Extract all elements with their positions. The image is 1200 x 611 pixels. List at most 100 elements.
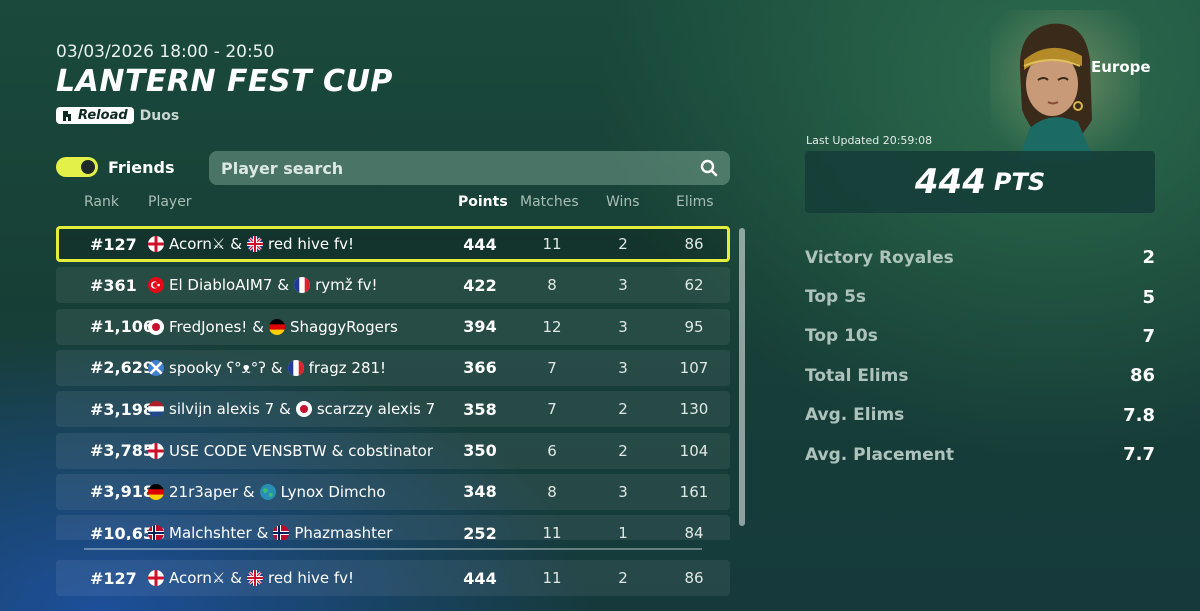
- team-separator: &: [242, 482, 255, 501]
- header-elims[interactable]: Elims: [676, 194, 714, 210]
- player-two-name[interactable]: cobstinator: [348, 442, 433, 460]
- player-two-name[interactable]: fragz 281!: [309, 359, 386, 377]
- friends-label: Friends: [108, 157, 175, 177]
- row-wins: 1: [618, 524, 628, 540]
- friends-toggle[interactable]: Friends: [56, 157, 175, 177]
- row-matches: 6: [547, 441, 557, 460]
- leaderboard-scrollbar[interactable]: [739, 228, 745, 526]
- row-rank: #1,106: [90, 317, 155, 337]
- leaderboard-row[interactable]: #1,106 FredJones! & ShaggyRogers 394 12 3 95: [56, 308, 730, 345]
- row-players: USE CODE VENSBTW & cobstinator: [148, 433, 433, 469]
- row-matches: 8: [547, 482, 557, 501]
- row-elims: 62: [684, 276, 704, 295]
- row-points: 358: [463, 399, 497, 419]
- row-wins: 3: [618, 317, 628, 336]
- england-flag-icon: [148, 570, 164, 586]
- row-rank: #127: [90, 568, 137, 588]
- row-elims: 161: [679, 482, 709, 501]
- reload-badge: Reload: [56, 107, 134, 124]
- row-rank: #3,198: [90, 399, 155, 419]
- player-two-name[interactable]: Lynox Dimcho: [281, 483, 386, 501]
- search-icon[interactable]: [700, 159, 718, 177]
- stat-label: Avg. Elims: [805, 405, 905, 426]
- team-separator: &: [331, 441, 344, 460]
- france-flag-icon: [294, 277, 311, 294]
- player-one-name[interactable]: Acorn⚔: [169, 569, 225, 587]
- stat-row: Avg. Elims 7.8: [805, 396, 1155, 435]
- stat-value: 7: [1142, 325, 1155, 347]
- row-players: FredJones! & ShaggyRogers: [148, 309, 398, 345]
- player-two-name[interactable]: scarzzy alexis 7: [317, 400, 435, 418]
- player-one-name[interactable]: FredJones!: [169, 318, 247, 336]
- row-points: 366: [463, 358, 497, 378]
- row-players: spooky ʕ°ᴥ°ʔ & fragz 281!: [148, 350, 386, 386]
- row-players: Malchshter & Phazmashter: [148, 515, 392, 540]
- stat-label: Top 10s: [805, 326, 878, 347]
- player-one-name[interactable]: USE CODE VENSBTW: [169, 442, 327, 460]
- player-two-name[interactable]: Phazmashter: [294, 524, 392, 540]
- leaderboard-row[interactable]: #127 Acorn⚔ & red hive fv! 444 11 2 86: [56, 226, 730, 262]
- player-search-input[interactable]: [221, 158, 700, 178]
- england-flag-icon: [148, 442, 164, 459]
- player-one-name[interactable]: 21r3aper: [169, 483, 238, 501]
- total-points-unit: PTS: [993, 168, 1046, 196]
- mode-badge-label: Reload: [78, 108, 128, 123]
- character-portrait: [990, 10, 1140, 160]
- england-flag-icon: [148, 236, 164, 252]
- row-matches: 7: [547, 400, 557, 419]
- leaderboard-row[interactable]: #2,629 spooky ʕ°ᴥ°ʔ & fragz 281! 366 7 3 107: [56, 349, 730, 386]
- header-points[interactable]: Points: [458, 194, 508, 210]
- row-elims: 95: [684, 317, 704, 336]
- stat-row: Avg. Placement 7.7: [805, 435, 1155, 474]
- row-elims: 104: [679, 441, 709, 460]
- leaderboard-row[interactable]: #3,918 21r3aper & Lynox Dimcho 348 8 3 161: [56, 473, 730, 510]
- leaderboard-row[interactable]: #361 El DiabloAIM7 & rymž fv! 422 8 3 62: [56, 267, 730, 304]
- stat-label: Total Elims: [805, 365, 909, 386]
- row-matches: 11: [542, 524, 562, 540]
- team-separator: &: [256, 524, 269, 540]
- scrollbar-thumb[interactable]: [739, 228, 745, 526]
- row-wins: 3: [618, 276, 628, 295]
- leaderboard-row[interactable]: #3,198 silvijn alexis 7 & scarzzy alexis 7 3…: [56, 391, 730, 428]
- row-matches: 11: [542, 235, 562, 253]
- leaderboard-row[interactable]: #10,658 Malchshter & Phazmashter 252 11 1 84: [56, 515, 730, 540]
- stats-list: Victory Royales 2 Top 5s 5 Top 10s 7 Total Eli…: [805, 238, 1155, 474]
- row-wins: 3: [618, 358, 628, 377]
- toggle-knob: [81, 160, 95, 174]
- player-two-name[interactable]: ShaggyRogers: [290, 318, 398, 336]
- friends-toggle-switch[interactable]: [56, 157, 98, 177]
- leaderboard-row[interactable]: #3,785 USE CODE VENSBTW & cobstinator 350 6 2 1…: [56, 432, 730, 469]
- row-rank: #3,785: [90, 441, 155, 460]
- row-matches: 12: [542, 317, 562, 336]
- player-two-name[interactable]: red hive fv!: [268, 235, 354, 253]
- row-points: 348: [463, 482, 497, 502]
- player-one-name[interactable]: Malchshter: [169, 524, 252, 540]
- player-two-name[interactable]: red hive fv!: [268, 569, 354, 587]
- stat-value: 7.8: [1123, 404, 1155, 426]
- norway-flag-icon: [148, 525, 164, 540]
- player-one-name[interactable]: silvijn alexis 7: [169, 400, 274, 418]
- header-matches[interactable]: Matches: [520, 194, 579, 210]
- team-separator: &: [279, 400, 291, 419]
- leaderboard-table: #127 Acorn⚔ & red hive fv! 444 11 2 86 #361 El Di…: [56, 224, 730, 540]
- player-one-name[interactable]: El DiabloAIM7: [169, 276, 272, 294]
- player-search-box[interactable]: [209, 151, 730, 185]
- player-one-name[interactable]: Acorn⚔: [169, 235, 225, 253]
- player-two-name[interactable]: rymž fv!: [315, 276, 377, 294]
- row-points: 394: [463, 317, 497, 337]
- row-matches: 8: [547, 276, 557, 295]
- total-points-box: 444 PTS: [805, 151, 1155, 213]
- row-points: 422: [463, 275, 497, 295]
- pinned-divider: [84, 548, 702, 550]
- mode-label: Duos: [139, 107, 180, 124]
- player-one-name[interactable]: spooky ʕ°ᴥ°ʔ: [169, 359, 266, 377]
- pinned-player-row[interactable]: #127 Acorn⚔ & red hive fv! 444 11 2 86: [56, 560, 730, 596]
- stat-row: Top 5s 5: [805, 277, 1155, 316]
- row-players: Acorn⚔ & red hive fv!: [148, 229, 354, 259]
- row-rank: #127: [90, 234, 137, 254]
- row-points: 350: [463, 441, 497, 460]
- row-points: 444: [463, 234, 497, 254]
- header-wins[interactable]: Wins: [606, 194, 640, 210]
- row-elims: 84: [684, 524, 704, 540]
- scotland-flag-icon: [148, 359, 164, 376]
